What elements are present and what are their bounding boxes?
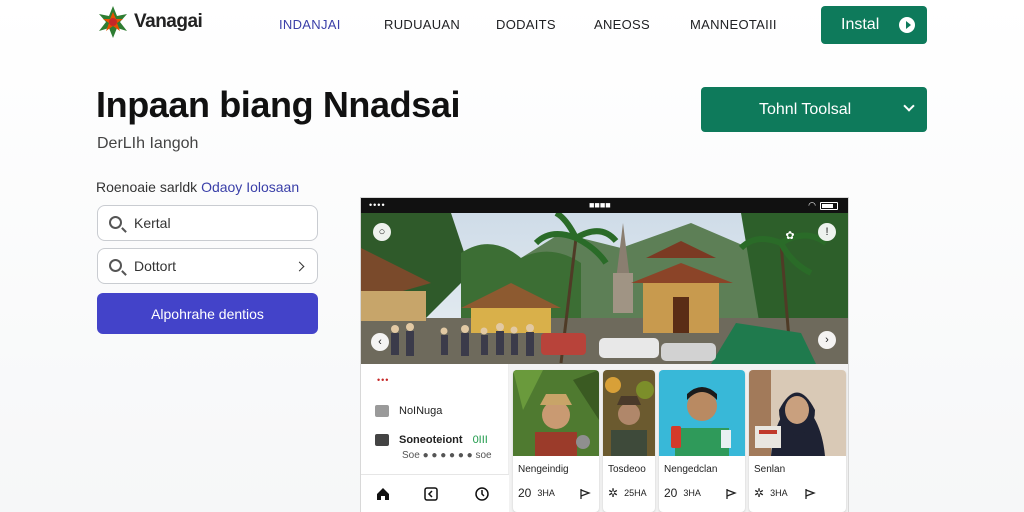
wifi-icon: ◠ xyxy=(808,200,816,210)
flag-icon[interactable] xyxy=(579,488,591,500)
card-4-stats: ✲ 3HA xyxy=(754,486,788,500)
card-1-unit: 3HA xyxy=(537,488,555,498)
search-field-2-value: Dottort xyxy=(134,258,177,274)
card-2-name: Tosdeoo xyxy=(608,464,646,475)
flag-icon[interactable] xyxy=(804,488,816,500)
clock-icon[interactable] xyxy=(474,486,490,502)
profile-card-4[interactable]: Senlan ✲ 3HA xyxy=(749,370,846,512)
chevron-down-icon xyxy=(903,100,915,112)
hero-village-photo: ○ ✿ ! ‹ › xyxy=(361,213,848,364)
form-helper: Roenoaie sarldk Odaoy Iolosaan xyxy=(96,179,299,195)
card-2-unit: 25HA xyxy=(624,488,647,498)
side-item-1[interactable]: NoINuga xyxy=(375,405,442,417)
search-icon xyxy=(109,216,122,229)
side-item-2-label: Soneoteiont xyxy=(399,434,463,446)
prev-arrow-icon[interactable]: ‹ xyxy=(371,333,389,351)
card-icon xyxy=(375,405,389,417)
card-3-stats: 20 3HA xyxy=(664,486,701,500)
flag-icon[interactable] xyxy=(725,488,737,500)
landing-page: Vanagai INDANJAI RUDUAUAN DODAITS ANEOSS… xyxy=(0,0,1024,512)
nav-item-5[interactable]: MANNEOTAIII xyxy=(690,17,777,32)
tool-dropdown-button[interactable]: Tohnl Toolsal xyxy=(701,87,927,132)
phone-mockup: •••• ■■■■ ◠ ○ ✿ ! ‹ › ••• NoINuga Soneot… xyxy=(361,198,848,512)
sparkle-icon: ✲ xyxy=(608,486,619,500)
status-center: ■■■■ xyxy=(589,200,611,210)
person-with-drink-photo xyxy=(659,370,745,456)
nav-item-1[interactable]: INDANJAI xyxy=(279,17,341,32)
submit-button[interactable]: Alpohrahe dentios xyxy=(97,293,318,334)
chevron-right-icon xyxy=(294,261,305,272)
card-1-name: Nengeindig xyxy=(518,464,569,475)
phone-side-panel: ••• NoINuga Soneoteiont 0III Soe ● ● ● ●… xyxy=(361,364,509,512)
person-in-forest-photo xyxy=(513,370,599,456)
profile-card-2[interactable]: Tosdeoo ✲ 25HA xyxy=(603,370,655,512)
search-icon xyxy=(109,259,122,272)
profile-card-1[interactable]: Nengeindig 20 3HA xyxy=(513,370,599,512)
phone-status-bar: •••• ■■■■ ◠ xyxy=(361,198,848,213)
menu-dots-icon[interactable]: ••• xyxy=(377,375,389,385)
home-icon[interactable] xyxy=(375,486,391,502)
helper-text: Roenoaie sarldk xyxy=(96,179,198,195)
search-field-1[interactable]: Kertal xyxy=(97,205,318,241)
next-arrow-icon[interactable]: › xyxy=(818,331,836,349)
play-icon xyxy=(899,17,915,33)
status-right: ◠ xyxy=(808,200,838,211)
install-button[interactable]: Instal xyxy=(821,6,927,44)
phone-tab-bar xyxy=(361,474,509,512)
list-icon xyxy=(375,434,389,446)
side-item-2[interactable]: Soneoteiont 0III xyxy=(375,434,488,446)
side-item-2-badge: 0III xyxy=(472,434,488,446)
phone-card-row: Nengeindig 20 3HA Tosdeoo ✲ 25HA Nengedc… xyxy=(509,364,848,512)
search-field-2[interactable]: Dottort xyxy=(97,248,318,284)
signal-icon: •••• xyxy=(369,200,386,210)
install-button-label: Instal xyxy=(841,16,880,33)
tool-dropdown-label: Tohnl Toolsal xyxy=(759,100,852,118)
person-in-market-photo xyxy=(603,370,655,456)
card-3-unit: 3HA xyxy=(683,488,701,498)
card-4-name: Senlan xyxy=(754,464,786,475)
profile-card-3[interactable]: Nengedclan 20 3HA xyxy=(659,370,745,512)
nav-item-3[interactable]: DODAITS xyxy=(496,17,556,32)
page-subtitle: DerLIh Iangoh xyxy=(97,135,199,152)
battery-icon xyxy=(820,201,838,210)
card-3-count: 20 xyxy=(664,486,678,500)
back-square-icon[interactable] xyxy=(423,486,439,502)
card-1-stats: 20 3HA xyxy=(518,486,555,500)
info-icon[interactable]: ! xyxy=(818,223,836,241)
nav-item-2[interactable]: RUDUAUAN xyxy=(384,17,460,32)
card-1-count: 20 xyxy=(518,486,532,500)
side-note: Soe ● ● ● ● ● ● soe xyxy=(402,450,492,461)
sparkle-icon: ✲ xyxy=(754,486,765,500)
card-3-name: Nengedclan xyxy=(664,464,718,475)
card-2-stats: ✲ 25HA xyxy=(608,486,647,500)
card-4-unit: 3HA xyxy=(770,488,788,498)
side-item-1-label: NoINuga xyxy=(399,405,443,417)
page-title: Inpaan biang Nnadsai xyxy=(96,84,461,125)
woman-in-hijab-photo xyxy=(749,370,846,456)
helper-link[interactable]: Odaoy Iolosaan xyxy=(201,179,299,195)
nav-item-4[interactable]: ANEOSS xyxy=(594,17,650,32)
share-icon[interactable]: ✿ xyxy=(781,226,799,244)
search-field-1-value: Kertal xyxy=(134,215,171,231)
back-icon[interactable]: ○ xyxy=(373,223,391,241)
